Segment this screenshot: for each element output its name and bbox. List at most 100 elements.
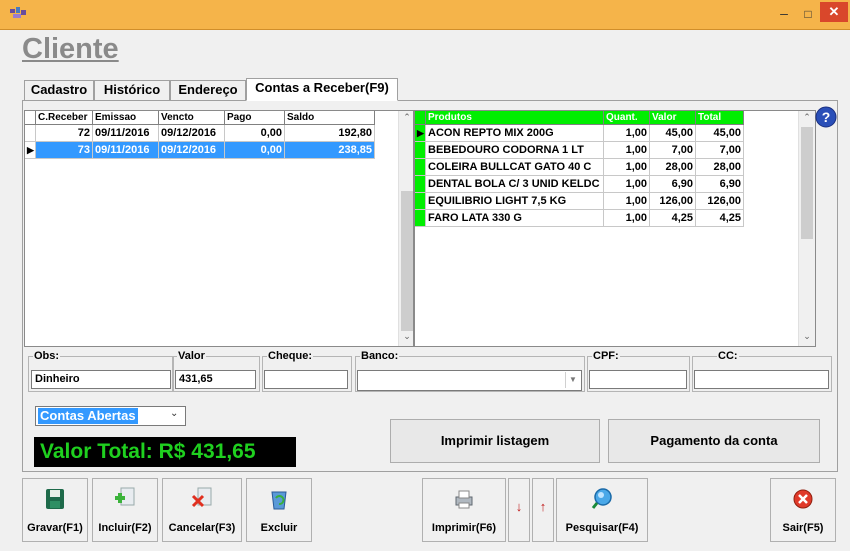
scroll-down-icon[interactable]: ⌄: [399, 331, 413, 342]
cancel-button[interactable]: Cancelar(F3): [162, 478, 242, 542]
table-cell[interactable]: 09/11/2016: [93, 125, 159, 142]
table-cell[interactable]: EQUILIBRIO LIGHT 7,5 KG: [426, 193, 604, 210]
products-scrollbar[interactable]: ⌃ ⌄: [798, 111, 815, 346]
table-cell[interactable]: 6,90: [696, 176, 744, 193]
move-down-button[interactable]: ↓: [508, 478, 530, 542]
app-icon: [10, 7, 26, 21]
maximize-button[interactable]: □: [797, 5, 819, 23]
cancel-icon: [163, 487, 241, 511]
print-button[interactable]: Imprimir(F6): [422, 478, 506, 542]
col-header-c-receber[interactable]: C.Receber: [36, 111, 93, 125]
cc-field[interactable]: [694, 370, 829, 389]
add-button-label: Incluir(F2): [98, 522, 152, 534]
chevron-down-icon[interactable]: ▼: [565, 372, 580, 388]
table-cell-selected[interactable]: 238,85: [285, 142, 375, 159]
banco-select[interactable]: [357, 370, 582, 391]
receivables-grid[interactable]: C.Receber Emissao Vencto Pago Saldo 72 0…: [24, 110, 414, 347]
cheque-field[interactable]: [264, 370, 348, 389]
table-cell-selected[interactable]: 09/12/2016: [159, 142, 225, 159]
table-cell[interactable]: 1,00: [604, 210, 650, 227]
table-cell-selected[interactable]: 09/11/2016: [93, 142, 159, 159]
col-header-valor[interactable]: Valor: [650, 111, 696, 125]
table-cell[interactable]: 126,00: [696, 193, 744, 210]
add-button[interactable]: Incluir(F2): [92, 478, 158, 542]
table-cell[interactable]: 1,00: [604, 125, 650, 142]
search-button[interactable]: Pesquisar(F4): [556, 478, 648, 542]
products-grid[interactable]: Produtos Quant. Valor Total ▶ ACON REPTO …: [414, 110, 816, 347]
table-cell[interactable]: 1,00: [604, 159, 650, 176]
add-icon: [93, 487, 157, 511]
table-cell-selected[interactable]: 0,00: [225, 142, 285, 159]
table-cell[interactable]: 72: [36, 125, 93, 142]
table-cell[interactable]: 09/12/2016: [159, 125, 225, 142]
scroll-thumb[interactable]: [801, 127, 813, 239]
table-cell[interactable]: FARO LATA 330 G: [426, 210, 604, 227]
cpf-field[interactable]: [589, 370, 687, 389]
col-header-quant[interactable]: Quant.: [604, 111, 650, 125]
tab-contas-receber[interactable]: Contas a Receber(F9): [246, 78, 398, 101]
col-header-emissao[interactable]: Emissao: [93, 111, 159, 125]
valor-label: Valor: [177, 350, 206, 362]
printer-icon: [423, 487, 505, 511]
row-indicator: [415, 142, 426, 159]
exit-button[interactable]: Sair(F5): [770, 478, 836, 542]
col-header-produtos[interactable]: Produtos: [426, 111, 604, 125]
table-cell[interactable]: 1,00: [604, 176, 650, 193]
scroll-thumb[interactable]: [401, 191, 413, 331]
close-button[interactable]: ✕: [820, 2, 848, 22]
tab-endereco[interactable]: Endereço: [170, 80, 246, 100]
row-indicator-header: [25, 111, 36, 125]
table-cell[interactable]: 6,90: [650, 176, 696, 193]
total-value: Valor Total: R$ 431,65: [40, 440, 256, 463]
current-row-pointer-icon: ▶: [25, 142, 36, 159]
tab-historico[interactable]: Histórico: [94, 80, 170, 100]
col-header-pago[interactable]: Pago: [225, 111, 285, 125]
print-list-button[interactable]: Imprimir listagem: [390, 419, 600, 463]
table-cell[interactable]: 7,00: [650, 142, 696, 159]
table-cell[interactable]: 7,00: [696, 142, 744, 159]
chevron-down-icon[interactable]: ⌄: [170, 408, 178, 419]
table-cell[interactable]: 192,80: [285, 125, 375, 142]
help-icon[interactable]: ?: [815, 106, 837, 128]
minimize-button[interactable]: –: [773, 5, 795, 23]
save-icon: [23, 487, 87, 511]
table-cell[interactable]: 126,00: [650, 193, 696, 210]
scroll-up-icon[interactable]: ⌃: [399, 112, 413, 123]
delete-button-label: Excluir: [260, 522, 298, 534]
table-cell[interactable]: 45,00: [696, 125, 744, 142]
table-cell[interactable]: BEBEDOURO CODORNA 1 LT: [426, 142, 604, 159]
scroll-up-icon[interactable]: ⌃: [799, 112, 815, 123]
table-cell-selected[interactable]: 73: [36, 142, 93, 159]
cc-label: CC:: [717, 350, 739, 362]
table-cell[interactable]: 4,25: [650, 210, 696, 227]
banco-label: Banco:: [360, 350, 400, 362]
scroll-down-icon[interactable]: ⌄: [799, 331, 815, 342]
delete-button[interactable]: Excluir: [246, 478, 312, 542]
pay-account-button[interactable]: Pagamento da conta: [608, 419, 820, 463]
receivables-scrollbar[interactable]: ⌃ ⌄: [398, 111, 413, 346]
table-cell[interactable]: 28,00: [650, 159, 696, 176]
search-icon: [557, 487, 647, 511]
table-cell[interactable]: 45,00: [650, 125, 696, 142]
table-cell[interactable]: 4,25: [696, 210, 744, 227]
current-row-pointer-icon: ▶: [415, 125, 426, 142]
col-header-vencto[interactable]: Vencto: [159, 111, 225, 125]
status-filter-value[interactable]: Contas Abertas: [38, 408, 138, 424]
table-cell[interactable]: 1,00: [604, 142, 650, 159]
table-cell[interactable]: 0,00: [225, 125, 285, 142]
table-cell[interactable]: 28,00: [696, 159, 744, 176]
save-button-label: Gravar(F1): [27, 522, 83, 534]
table-cell[interactable]: 1,00: [604, 193, 650, 210]
table-cell[interactable]: DENTAL BOLA C/ 3 UNID KELDC: [426, 176, 604, 193]
table-cell[interactable]: COLEIRA BULLCAT GATO 40 C: [426, 159, 604, 176]
col-header-total[interactable]: Total: [696, 111, 744, 125]
valor-field[interactable]: 431,65: [175, 370, 256, 389]
move-up-button[interactable]: ↑: [532, 478, 554, 542]
tab-cadastro[interactable]: Cadastro: [24, 80, 94, 100]
row-indicator: [415, 159, 426, 176]
title-bar: [0, 0, 850, 30]
save-button[interactable]: Gravar(F1): [22, 478, 88, 542]
table-cell[interactable]: ACON REPTO MIX 200G: [426, 125, 604, 142]
col-header-saldo[interactable]: Saldo: [285, 111, 375, 125]
obs-field[interactable]: Dinheiro: [31, 370, 171, 389]
